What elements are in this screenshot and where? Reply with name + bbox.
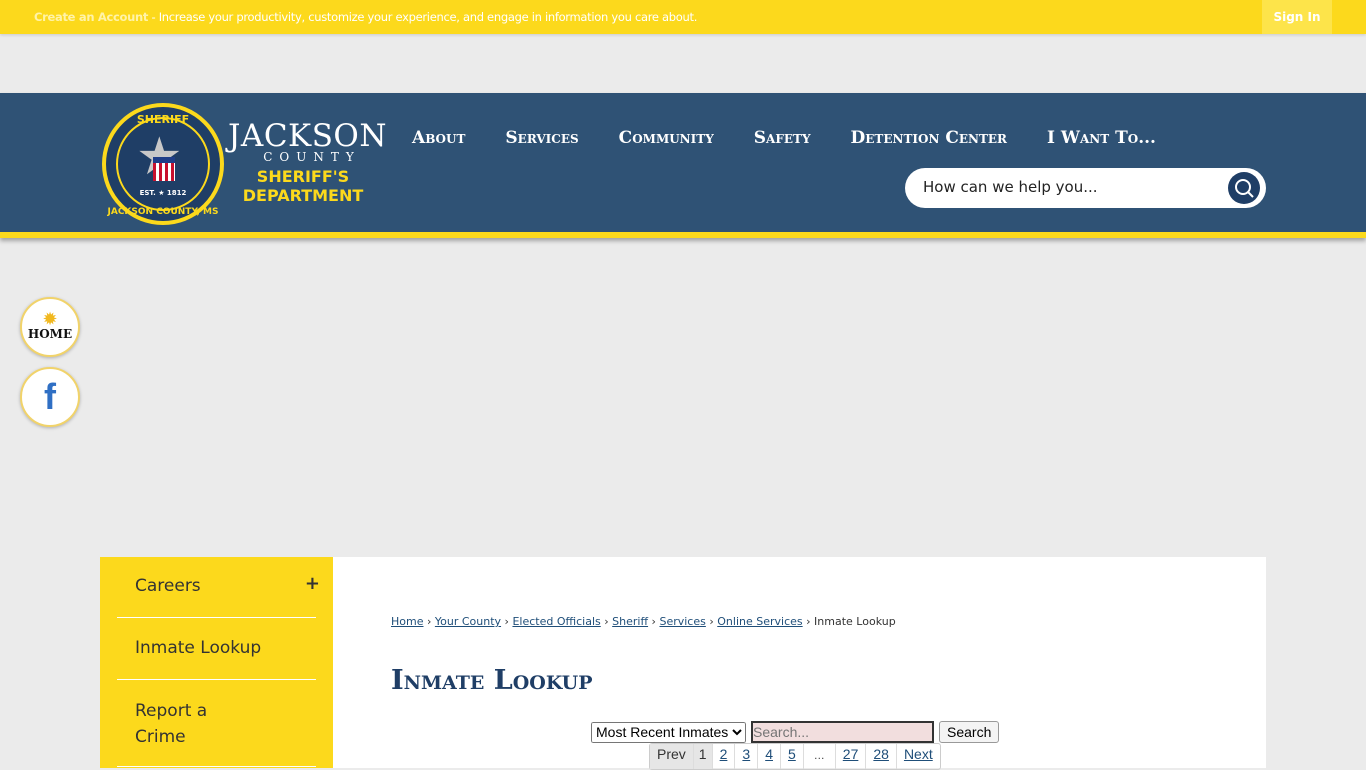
shield-icon (153, 157, 175, 181)
seal-top-text: SHERIFF (136, 113, 190, 126)
site-search (905, 168, 1266, 208)
search-icon (1235, 179, 1254, 198)
sidebar-item-careers[interactable]: Careers + (117, 557, 320, 618)
home-label: HOME (27, 327, 73, 341)
page-3[interactable]: 3 (735, 744, 759, 769)
facebook-icon: f (44, 376, 56, 417)
sidebar: Careers + Inmate Lookup Report a Crime (100, 557, 333, 768)
nav-detention-center[interactable]: Detention Center (851, 128, 1008, 148)
seal-est-text: EST. ★ 1812 (139, 189, 187, 197)
nav-community[interactable]: Community (619, 128, 714, 148)
banner-message: - Increase your productivity, customize … (148, 10, 698, 24)
main-nav: About Services Community Safety Detentio… (392, 128, 1176, 148)
inmate-filter-select[interactable]: Most Recent Inmates (591, 721, 746, 743)
page-27[interactable]: 27 (836, 744, 867, 769)
page-5[interactable]: 5 (781, 744, 804, 769)
seal-bottom-text: JACKSON COUNTY, MS (107, 207, 219, 217)
nav-i-want-to[interactable]: I Want To... (1047, 128, 1156, 148)
sidebar-item-inmate-lookup[interactable]: Inmate Lookup (117, 618, 316, 680)
sidebar-item-label: Inmate Lookup (135, 638, 262, 658)
breadcrumb-current: Inmate Lookup (814, 615, 896, 628)
sidebar-item-report-crime[interactable]: Report a Crime (117, 680, 316, 767)
brand-dept1: SHERIFF'S (256, 167, 350, 186)
nav-about[interactable]: About (412, 128, 465, 148)
facebook-button[interactable]: f (20, 367, 80, 427)
sidebar-item-label: Report a Crime (135, 701, 208, 747)
search-input[interactable] (923, 178, 1213, 196)
sidebar-item-label: Careers (135, 576, 201, 596)
search-button[interactable] (1228, 172, 1260, 204)
page-28[interactable]: 28 (866, 744, 897, 769)
brand-logo[interactable]: JACKSON COUNTY SHERIFF'S DEPARTMENT (228, 118, 387, 206)
page-ellipsis: … (804, 744, 836, 769)
page-1: 1 (693, 744, 713, 769)
next-button[interactable]: Next (897, 744, 940, 769)
brand-name: JACKSON (228, 118, 387, 154)
page-2[interactable]: 2 (713, 744, 736, 769)
breadcrumb-sheriff[interactable]: Sheriff (612, 615, 648, 628)
expand-icon[interactable]: + (305, 573, 320, 594)
nav-safety[interactable]: Safety (754, 128, 811, 148)
breadcrumb-services[interactable]: Services (659, 615, 705, 628)
prev-button[interactable]: Prev (650, 744, 694, 769)
home-button[interactable]: ✹ HOME (20, 297, 80, 357)
breadcrumb-elected-officials[interactable]: Elected Officials (512, 615, 600, 628)
sheriff-seal-logo[interactable]: SHERIFF ★ EST. ★ 1812 JACKSON COUNTY, MS (102, 103, 224, 225)
breadcrumb-home[interactable]: Home (391, 615, 423, 628)
breadcrumb: Home › Your County › Elected Officials ›… (391, 615, 896, 628)
main-content: Home › Your County › Elected Officials ›… (333, 557, 1266, 770)
account-banner: Create an Account - Increase your produc… (0, 0, 1366, 34)
page-4[interactable]: 4 (758, 744, 781, 769)
sun-icon: ✹ (42, 309, 58, 330)
breadcrumb-your-county[interactable]: Your County (435, 615, 501, 628)
site-header: SHERIFF ★ EST. ★ 1812 JACKSON COUNTY, MS… (0, 93, 1366, 238)
inmate-search-button[interactable]: Search (939, 721, 1000, 743)
create-account-link[interactable]: Create an Account (34, 10, 148, 24)
pagination: Prev 1 2 3 4 5 … 27 28 Next (649, 743, 941, 770)
brand-county: COUNTY (263, 150, 361, 164)
nav-services[interactable]: Services (505, 128, 578, 148)
inmate-search-form: Most Recent Inmates Search (591, 721, 1000, 743)
page-title: Inmate Lookup (391, 665, 593, 696)
sign-in-button[interactable]: Sign In (1262, 0, 1332, 34)
brand-dept2: DEPARTMENT (242, 186, 364, 205)
inmate-search-input[interactable] (751, 721, 934, 743)
breadcrumb-online-services[interactable]: Online Services (717, 615, 802, 628)
